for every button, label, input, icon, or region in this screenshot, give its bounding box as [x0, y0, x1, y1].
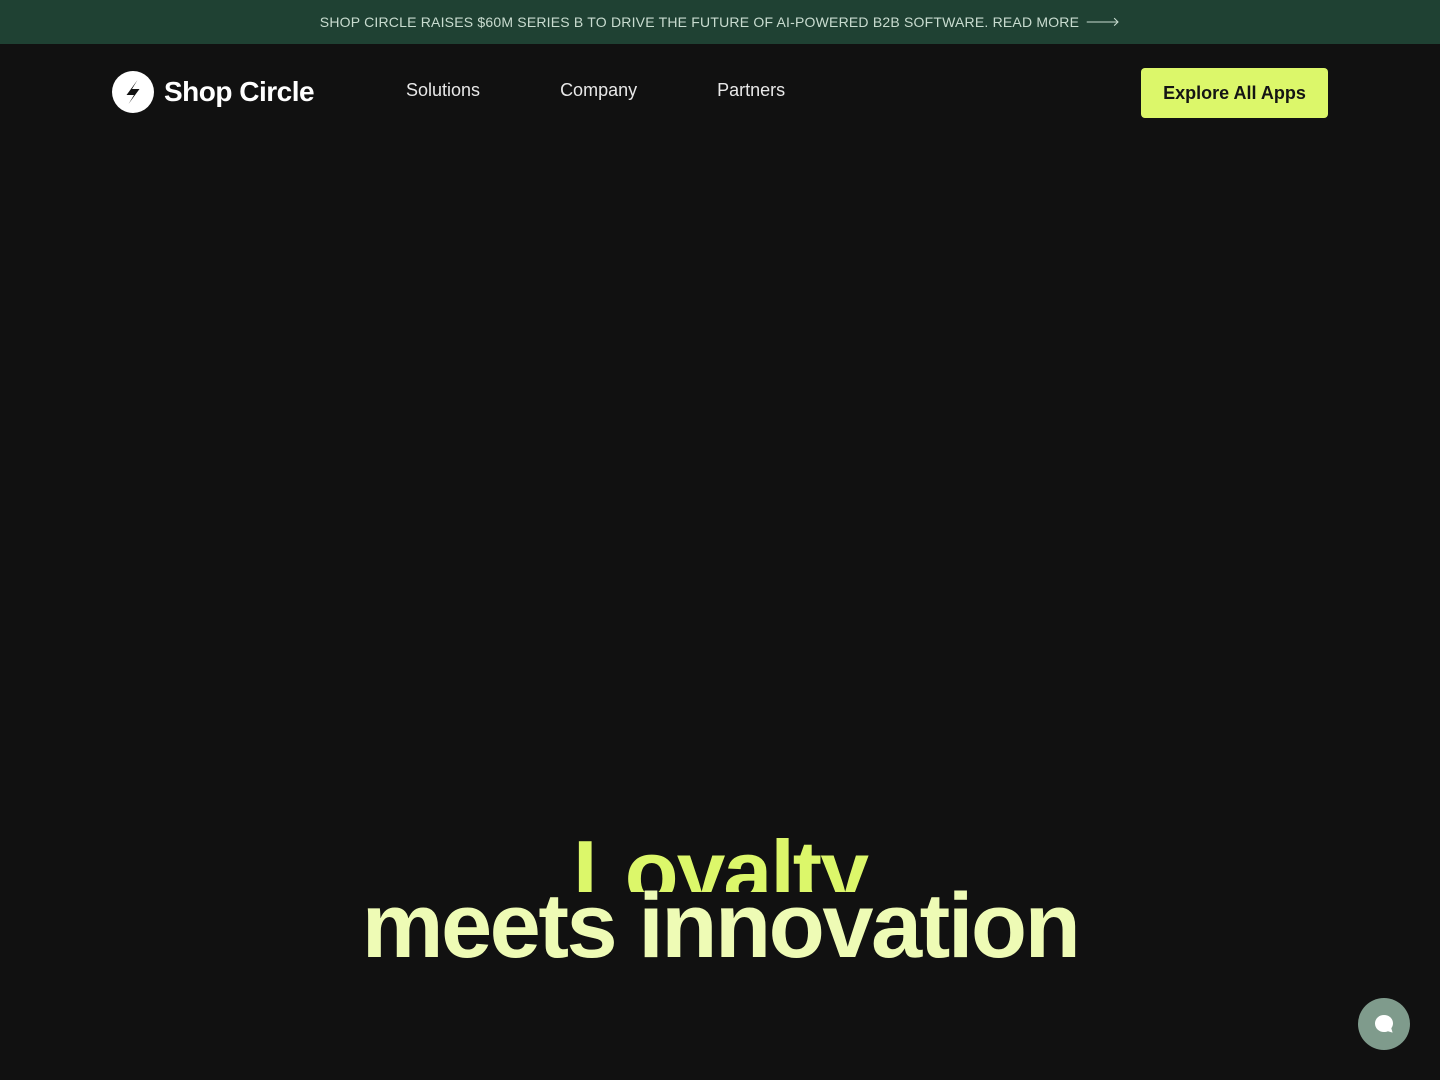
chat-bubble-icon — [1375, 1015, 1393, 1033]
announcement-text: SHOP CIRCLE RAISES $60M SERIES B TO DRIV… — [319, 14, 1080, 30]
hero-section: Loyalty meets innovation — [0, 800, 1440, 1000]
logo-link[interactable]: Shop Circle — [112, 71, 315, 113]
logo-text: Shop Circle — [164, 76, 315, 107]
site-header: Shop Circle Solutions Company Partners E… — [0, 44, 1440, 140]
announcement-banner: SHOP CIRCLE RAISES $60M SERIES B TO DRIV… — [0, 0, 1440, 44]
nav-item-partners[interactable]: Partners — [717, 80, 785, 101]
arrow-right-icon: 🡒 — [1085, 15, 1121, 30]
nav-item-company[interactable]: Company — [560, 80, 637, 101]
explore-all-apps-button[interactable]: Explore All Apps — [1141, 68, 1328, 118]
hero-headline-line2: meets innovation — [361, 875, 1081, 977]
chat-launcher-button[interactable] — [1358, 998, 1410, 1050]
nav-item-solutions[interactable]: Solutions — [406, 80, 480, 101]
main-nav: Solutions Company Partners — [406, 80, 865, 101]
announcement-link[interactable]: SHOP CIRCLE RAISES $60M SERIES B TO DRIV… — [320, 14, 1120, 30]
shop-circle-logo-icon — [112, 71, 154, 113]
